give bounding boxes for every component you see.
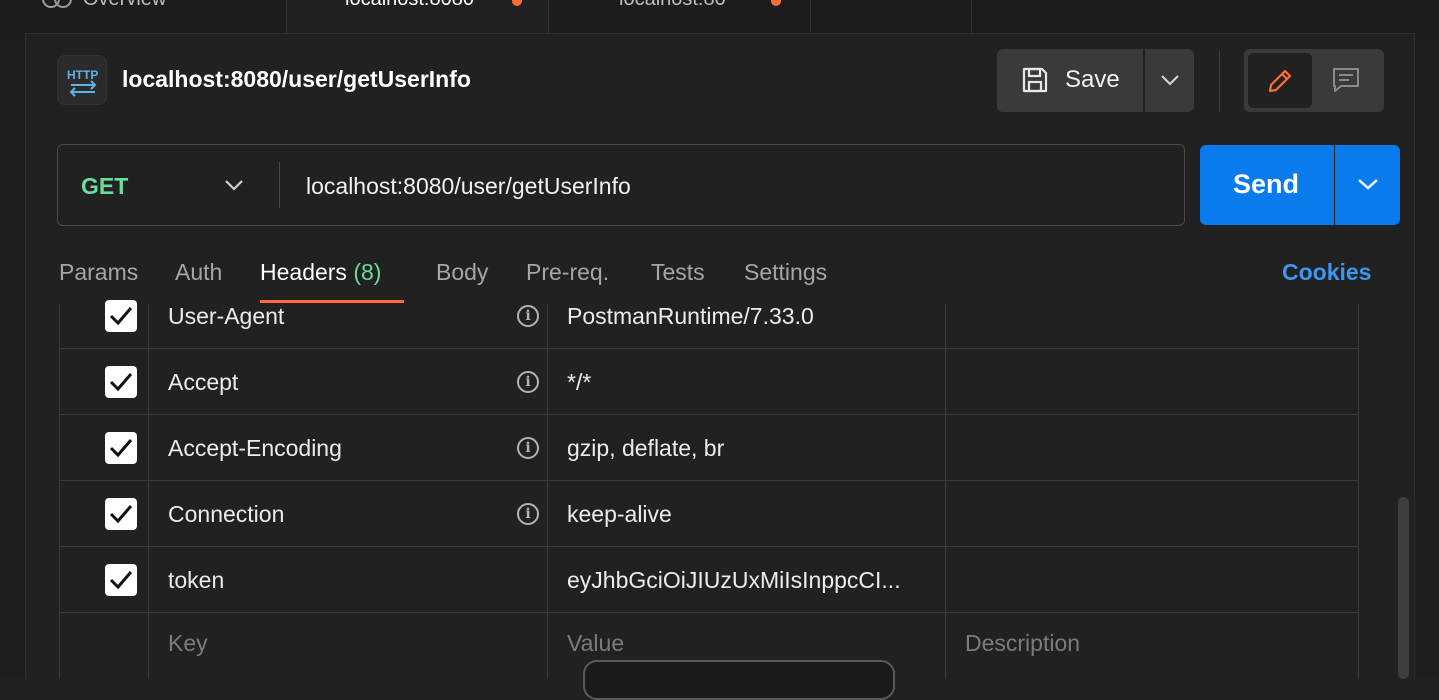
tab-tests[interactable]: Tests	[651, 259, 705, 286]
header-enabled-checkbox[interactable]	[105, 498, 137, 530]
save-icon	[1022, 67, 1048, 93]
send-button[interactable]: Send	[1200, 145, 1334, 225]
scrollbar[interactable]	[1398, 497, 1409, 679]
checkmark-icon	[109, 571, 133, 590]
edit-mode-button[interactable]	[1248, 53, 1312, 108]
checkmark-icon	[109, 307, 133, 326]
chevron-down-icon	[1358, 179, 1378, 190]
header-key[interactable]: Connection	[168, 501, 284, 528]
checkmark-icon	[109, 505, 133, 524]
tab-headers[interactable]: Headers (8)	[260, 259, 381, 286]
headers-count-badge: (8)	[353, 259, 382, 285]
row-divider	[59, 414, 1359, 415]
checkmark-icon	[109, 373, 133, 392]
send-label: Send	[1233, 169, 1300, 199]
cookies-link[interactable]: Cookies	[1282, 259, 1371, 286]
tab-params[interactable]: Params	[59, 259, 138, 286]
tab-headers-label: Headers	[260, 259, 347, 285]
url-bar: GET localhost:8080/user/getUserInfo	[57, 144, 1185, 226]
tab-label: Overview	[83, 0, 166, 11]
table-border	[945, 304, 946, 679]
row-divider	[59, 612, 1359, 613]
info-icon[interactable]: i	[517, 371, 539, 393]
floating-pill[interactable]	[583, 660, 895, 700]
info-icon[interactable]: i	[517, 305, 539, 327]
table-border	[148, 304, 149, 679]
comment-icon	[1333, 68, 1359, 92]
key-input[interactable]: Key	[168, 630, 208, 657]
header-key[interactable]: User-Agent	[168, 303, 284, 330]
header-key[interactable]: Accept-Encoding	[168, 435, 342, 462]
chevron-down-icon	[1161, 75, 1179, 86]
unsaved-dot-icon	[771, 0, 781, 6]
row-divider	[59, 546, 1359, 547]
method-select[interactable]: GET	[81, 173, 128, 200]
save-button[interactable]: Save	[997, 49, 1143, 112]
tab-prereq[interactable]: Pre-req.	[526, 259, 609, 286]
right-sidebar-edge	[1414, 33, 1439, 679]
row-divider	[59, 348, 1359, 349]
left-sidebar-edge	[0, 33, 26, 679]
headers-table: User-Agent i PostmanRuntime/7.33.0 Accep…	[59, 300, 1359, 700]
tab-strip: Overview localhost:8080 localhost:80	[0, 0, 1439, 34]
info-icon[interactable]: i	[517, 437, 539, 459]
header-enabled-checkbox[interactable]	[105, 366, 137, 398]
table-border	[59, 304, 60, 679]
tab-overview[interactable]: Overview	[25, 0, 287, 33]
http-icon: HTTP	[57, 55, 107, 105]
header-key[interactable]: Accept	[168, 369, 238, 396]
value-input[interactable]: Value	[567, 630, 624, 657]
save-options-button[interactable]	[1145, 49, 1194, 112]
url-divider	[279, 162, 280, 208]
svg-text:HTTP: HTTP	[67, 68, 98, 82]
row-divider	[59, 480, 1359, 481]
request-title[interactable]: localhost:8080/user/getUserInfo	[122, 66, 471, 93]
header-value[interactable]: PostmanRuntime/7.33.0	[567, 303, 814, 330]
tab-localhost-8080[interactable]: localhost:8080	[287, 0, 549, 33]
header-enabled-checkbox[interactable]	[105, 564, 137, 596]
table-border	[1358, 304, 1359, 679]
overview-icon	[42, 0, 72, 8]
header-value[interactable]: eyJhbGciOiJIUzUxMiIsInppcCI...	[567, 567, 901, 594]
checkmark-icon	[109, 439, 133, 458]
tab-settings[interactable]: Settings	[744, 259, 827, 286]
tab-label: localhost:80	[619, 0, 726, 11]
tab-auth[interactable]: Auth	[175, 259, 222, 286]
pencil-icon	[1268, 69, 1292, 93]
description-input[interactable]: Description	[965, 630, 1080, 657]
tab-localhost-80[interactable]: localhost:80	[549, 0, 811, 33]
url-input[interactable]: localhost:8080/user/getUserInfo	[306, 173, 631, 200]
header-enabled-checkbox[interactable]	[105, 432, 137, 464]
header-key[interactable]: token	[168, 567, 224, 594]
chevron-down-icon[interactable]	[224, 178, 244, 192]
info-icon[interactable]: i	[517, 503, 539, 525]
unsaved-dot-icon	[512, 0, 522, 6]
save-label: Save	[1065, 66, 1120, 93]
toolbar-divider	[1219, 51, 1220, 112]
tab-new[interactable]	[811, 0, 972, 33]
header-value[interactable]: keep-alive	[567, 501, 672, 528]
tab-body[interactable]: Body	[436, 259, 488, 286]
header-value[interactable]: gzip, deflate, br	[567, 435, 724, 462]
header-value[interactable]: */*	[567, 369, 591, 396]
view-mode-toggle	[1244, 49, 1384, 112]
header-enabled-checkbox[interactable]	[105, 300, 137, 332]
send-options-button[interactable]	[1335, 145, 1400, 225]
tab-label: localhost:8080	[345, 0, 474, 11]
table-border	[547, 304, 548, 679]
